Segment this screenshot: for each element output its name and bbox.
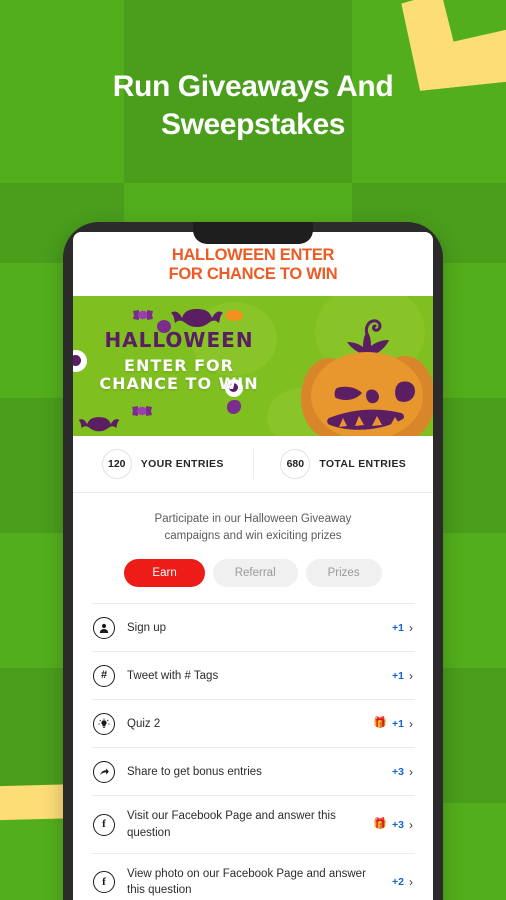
chevron-right-icon[interactable]: › [409, 622, 413, 634]
task-meta: +1 › [392, 670, 413, 682]
banner-text: HALLOWEEN ENTER FOR CHANCE TO WIN [95, 330, 263, 394]
your-entries-stat: 120 YOUR ENTRIES [73, 448, 253, 479]
facebook-icon: f [93, 813, 115, 836]
your-entries-label: YOUR ENTRIES [140, 457, 224, 470]
total-entries-stat: 680 TOTAL ENTRIES [252, 448, 434, 479]
task-points: +1 [392, 717, 404, 730]
task-points: +1 [392, 669, 404, 682]
task-meta: +1 › [392, 622, 413, 634]
lightbulb-icon [93, 712, 115, 735]
candy-icon [133, 309, 153, 320]
chevron-right-icon[interactable]: › [409, 670, 413, 682]
pumpkin-icon [301, 319, 433, 436]
eyeball-icon [73, 349, 87, 372]
task-label: Sign up [127, 621, 167, 634]
headline-line-2: Sweepstakes [160, 108, 346, 142]
task-row[interactable]: f View photo on our Facebook Page and an… [91, 853, 415, 900]
task-points: +3 [392, 818, 404, 831]
entries-summary: 120 YOUR ENTRIES 680 TOTAL ENTRIES [73, 436, 433, 493]
task-row[interactable]: # Tweet with # Tags +1 › [91, 651, 415, 699]
tab-referral[interactable]: Referral [212, 559, 298, 588]
phone-mockup: HALLOWEEN ENTER FOR CHANCE TO WIN HALLOW… [63, 222, 443, 900]
task-label: Visit our Facebook Page and answer this … [127, 810, 336, 839]
page-headline: Run Giveaways And Sweepstakes [0, 68, 506, 145]
your-entries-count: 120 [101, 448, 132, 479]
task-label: Tweet with # Tags [127, 669, 219, 682]
chevron-right-icon[interactable]: › [409, 718, 413, 730]
task-meta: +2 › [392, 876, 413, 888]
task-points: +3 [392, 765, 404, 778]
purple-blob [227, 399, 241, 414]
task-row[interactable]: Quiz 2 🎁 +1 › [91, 699, 415, 747]
orange-blob [225, 309, 243, 321]
halloween-banner: HALLOWEEN ENTER FOR CHANCE TO WIN [73, 295, 433, 436]
headline-line-1: Run Giveaways And [112, 70, 394, 103]
hashtag-icon: # [93, 664, 115, 687]
tab-prizes[interactable]: Prizes [305, 559, 382, 588]
banner-subheading-1: ENTER FOR [124, 355, 234, 375]
task-label: Quiz 2 [127, 717, 161, 730]
task-meta: 🎁 +3 › [373, 819, 413, 831]
app-title-line-1: HALLOWEEN ENTER [171, 246, 335, 264]
tab-bar: Earn Referral Prizes [73, 545, 433, 603]
phone-screen: HALLOWEEN ENTER FOR CHANCE TO WIN HALLOW… [73, 232, 433, 900]
chevron-right-icon[interactable]: › [409, 819, 413, 831]
task-meta: 🎁 +1 › [373, 718, 413, 730]
phone-notch [193, 222, 313, 244]
campaign-description: Participate in our Halloween Giveaway ca… [73, 493, 433, 546]
task-label: Share to get bonus entries [127, 765, 262, 778]
task-list: Sign up +1 › # Tweet with # Tags +1 › Qu… [73, 603, 433, 900]
total-entries-count: 680 [280, 448, 311, 479]
total-entries-label: TOTAL ENTRIES [319, 457, 407, 470]
description-line-1: Participate in our Halloween Giveaway [154, 512, 352, 525]
task-label: View photo on our Facebook Page and answ… [127, 868, 366, 897]
tab-earn[interactable]: Earn [124, 559, 205, 588]
app-title-line-2: FOR CHANCE TO WIN [168, 265, 338, 284]
facebook-icon: f [93, 871, 115, 894]
description-line-2: campaigns and win exiciting prizes [164, 530, 342, 543]
task-points: +1 [392, 621, 404, 634]
task-row[interactable]: f Visit our Facebook Page and answer thi… [91, 795, 415, 853]
chevron-right-icon[interactable]: › [409, 766, 413, 778]
gift-icon: 🎁 [373, 818, 388, 831]
chevron-right-icon[interactable]: › [409, 876, 413, 888]
candy-icon [132, 405, 152, 416]
bat-icon [78, 417, 120, 432]
banner-heading: HALLOWEEN [104, 327, 254, 352]
task-row[interactable]: Sign up +1 › [91, 603, 415, 651]
task-points: +2 [392, 876, 404, 889]
banner-subheading-2: CHANCE TO WIN [99, 374, 259, 394]
person-icon [93, 616, 115, 639]
task-meta: +3 › [392, 766, 413, 778]
task-row[interactable]: Share to get bonus entries +3 › [91, 747, 415, 795]
share-icon [93, 760, 115, 783]
gift-icon: 🎁 [373, 717, 388, 730]
